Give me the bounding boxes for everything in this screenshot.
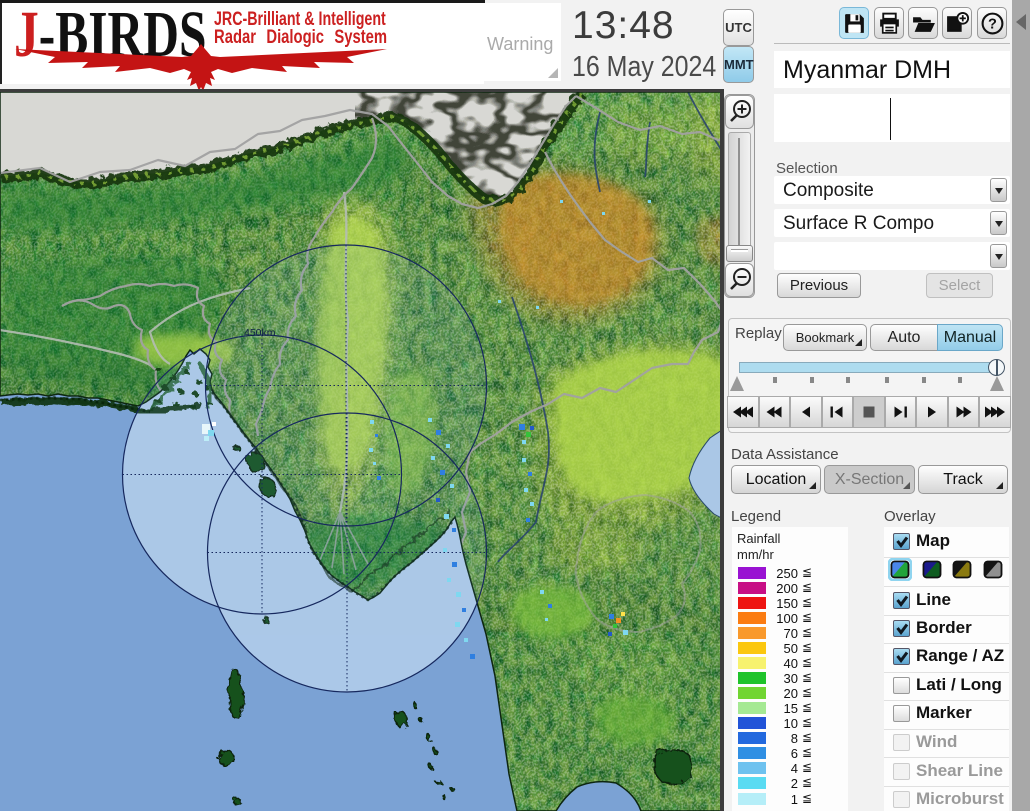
svg-text:?: ? <box>988 17 997 33</box>
svg-text:450km: 450km <box>244 327 276 339</box>
